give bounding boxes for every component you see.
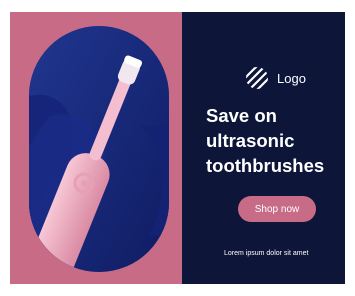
- headline-line-2: ultrasonic: [206, 130, 295, 151]
- product-photo: [29, 26, 169, 272]
- headline-line-3: toothbrushes: [206, 155, 325, 176]
- logo-text: Logo: [277, 70, 306, 86]
- shop-now-button[interactable]: Shop now: [238, 196, 316, 222]
- image-panel: [10, 12, 182, 284]
- circular-stripes-logo-icon: [246, 67, 268, 89]
- headline-line-1: Save on: [206, 105, 277, 126]
- disclaimer-text: Lorem ipsum dolor sit amet: [224, 250, 309, 257]
- headline: Save on ultrasonic toothbrushes: [206, 103, 346, 178]
- brand-logo[interactable]: Logo: [245, 66, 306, 90]
- toothbrush-image: [29, 26, 169, 272]
